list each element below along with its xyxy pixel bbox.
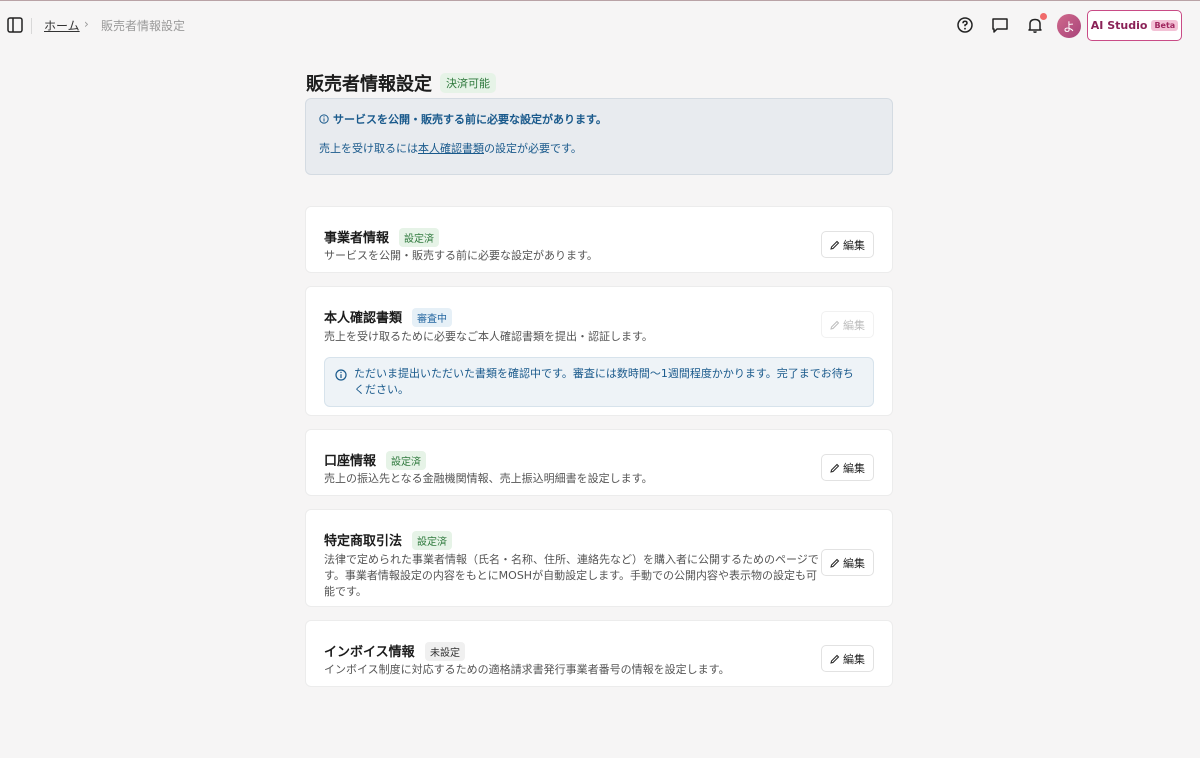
- info-icon: [335, 369, 347, 381]
- review-info-text: ただいま提出いただいた書類を確認中です。審査には数時間〜1週間程度かかります。完…: [354, 367, 854, 396]
- card-description: 売上の振込先となる金融機関情報、売上振込明細書を設定します。: [324, 472, 653, 485]
- payment-status-badge: 決済可能: [440, 73, 496, 93]
- edit-button[interactable]: 編集: [821, 454, 874, 481]
- beta-badge: Beta: [1151, 20, 1179, 31]
- alert-body-prefix: 売上を受け取るには: [319, 142, 418, 155]
- card-title: 口座情報: [324, 454, 377, 469]
- card-description: 法律で定められた事業者情報（氏名・名称、住所、連絡先など）を購入者に公開するため…: [324, 553, 819, 598]
- status-badge: 審査中: [412, 308, 452, 327]
- alert-title: サービスを公開・販売する前に必要な設定があります。: [319, 111, 607, 127]
- edit-label: 編集: [843, 652, 865, 666]
- breadcrumb-separator: ›: [84, 17, 89, 31]
- card-title: 本人確認書類: [324, 311, 403, 326]
- card-bank-account: 口座情報 設定済 売上の振込先となる金融機関情報、売上振込明細書を設定します。 …: [305, 429, 893, 496]
- edit-button[interactable]: 編集: [821, 311, 874, 338]
- edit-button[interactable]: 編集: [821, 645, 874, 672]
- page-title: 販売者情報設定: [306, 74, 432, 95]
- edit-label: 編集: [843, 461, 865, 475]
- identity-documents-link[interactable]: 本人確認書類: [418, 142, 484, 155]
- breadcrumb-divider: [31, 18, 32, 34]
- card-description: インボイス制度に対応するための適格請求書発行事業者番号の情報を設定します。: [324, 663, 730, 676]
- edit-button[interactable]: 編集: [821, 549, 874, 576]
- card-identity-documents: 本人確認書類 審査中 売上を受け取るために必要なご本人確認書類を提出・認証します…: [305, 286, 893, 416]
- status-badge: 設定済: [399, 228, 439, 247]
- info-icon: [319, 114, 329, 124]
- setup-alert: サービスを公開・販売する前に必要な設定があります。 売上を受け取るには本人確認書…: [305, 98, 893, 175]
- card-business-info: 事業者情報 設定済 サービスを公開・販売する前に必要な設定があります。 編集: [305, 206, 893, 273]
- alert-body: 売上を受け取るには本人確認書類の設定が必要です。: [319, 140, 582, 156]
- card-description: 売上を受け取るために必要なご本人確認書類を提出・認証します。: [324, 330, 653, 343]
- card-invoice-info: インボイス情報 未設定 インボイス制度に対応するための適格請求書発行事業者番号の…: [305, 620, 893, 687]
- status-badge: 未設定: [425, 642, 465, 661]
- edit-label: 編集: [843, 318, 865, 332]
- card-description: サービスを公開・販売する前に必要な設定があります。: [324, 249, 598, 262]
- edit-label: 編集: [843, 556, 865, 570]
- review-info-box: ただいま提出いただいた書類を確認中です。審査には数時間〜1週間程度かかります。完…: [324, 357, 874, 407]
- edit-label: 編集: [843, 238, 865, 252]
- pencil-icon: [830, 463, 840, 473]
- card-title: 事業者情報: [324, 231, 390, 246]
- edit-button[interactable]: 編集: [821, 231, 874, 258]
- status-badge: 設定済: [386, 451, 426, 470]
- card-commercial-transactions: 特定商取引法 設定済 法律で定められた事業者情報（氏名・名称、住所、連絡先など）…: [305, 509, 893, 607]
- help-icon[interactable]: [956, 16, 974, 34]
- chat-icon[interactable]: [991, 16, 1009, 34]
- sidebar-toggle-icon[interactable]: [7, 17, 23, 33]
- pencil-icon: [830, 558, 840, 568]
- avatar[interactable]: よ: [1057, 14, 1081, 38]
- status-badge: 設定済: [412, 531, 452, 550]
- alert-body-suffix: の設定が必要です。: [484, 142, 582, 155]
- ai-studio-label: AI Studio: [1090, 19, 1148, 32]
- ai-studio-button[interactable]: AI Studio Beta: [1087, 10, 1182, 41]
- pencil-icon: [830, 654, 840, 664]
- pencil-icon: [830, 320, 840, 330]
- card-title: 特定商取引法: [324, 534, 403, 549]
- breadcrumb-home[interactable]: ホーム: [44, 17, 80, 34]
- breadcrumb-current: 販売者情報設定: [101, 19, 186, 33]
- alert-title-text: サービスを公開・販売する前に必要な設定があります。: [333, 113, 607, 126]
- top-bar: ホーム › 販売者情報設定 よ AI Studio Beta: [0, 0, 1200, 50]
- notification-dot: [1040, 13, 1047, 20]
- card-title: インボイス情報: [324, 645, 415, 660]
- pencil-icon: [830, 240, 840, 250]
